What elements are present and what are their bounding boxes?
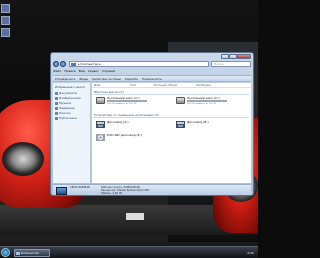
back-button[interactable] [53,61,59,67]
dvd-drive-icon [96,134,105,141]
details-pane: CRAZY-KOMP-PK Рабочая группа: WORKGROUP … [53,184,251,195]
drive-label: Дисковод (A:) [107,120,129,124]
drive-b[interactable]: Дисковод (B:) [176,120,240,132]
folder-icon [55,92,58,95]
favorites-title: Избранные ссылки [55,85,85,89]
start-button[interactable] [1,248,10,257]
taskbar-item-computer[interactable]: Компьютер [14,249,50,257]
minimize-button[interactable] [221,54,229,59]
taskbar-item-label: Компьютер [21,251,39,255]
clock[interactable]: 2:45 [228,249,256,257]
file-list: Имя Тип Полный объем Свободно Жесткие ди… [92,83,251,183]
drive-usage-bar [187,100,227,102]
drive-a[interactable]: Дисковод (A:) [96,120,160,132]
memory-label: Память: 2,00 ГБ [101,192,122,195]
hard-disk-icon [96,97,105,104]
address-field[interactable]: ▸ Компьютер ▸ [69,61,209,67]
computer-icon [71,63,76,66]
drive-label: DVD-RW дисковод (E:) [107,133,142,137]
explorer-window: ▸ Компьютер ▸ Поиск Файл Правка Вид Серв… [50,52,254,196]
folder-icon [55,97,58,100]
folder-icon [55,107,58,110]
uninstall-button[interactable]: Удалить [125,76,138,82]
computer-icon [16,252,20,255]
column-header: Имя Тип Полный объем Свободно [92,83,251,88]
drive-e[interactable]: DVD-RW дисковод (E:) [96,133,160,145]
column-name[interactable]: Имя [94,83,100,88]
nav-item-public[interactable]: Публичные [53,116,90,121]
wallpaper-license-plate [126,213,144,220]
menu-bar: Файл Правка Вид Сервис Справка [53,69,251,74]
computer-name: CRAZY-KOMP-PK [70,186,91,189]
floppy-drive-icon [96,121,105,128]
column-total-size[interactable]: Полный объем [154,83,177,88]
desktop-icon-documents[interactable] [1,16,10,25]
group-divider [94,117,249,118]
menu-tools[interactable]: Сервис [88,69,99,74]
close-button[interactable] [237,54,251,59]
wallpaper-car-headlight [2,142,44,176]
system-properties-button[interactable]: Свойства системы [92,76,121,82]
computer-icon [56,187,67,195]
command-bar: Упорядочить Виды Свойства системы Удалит… [53,75,251,82]
address-bar-row: ▸ Компьютер ▸ Поиск [53,61,251,68]
views-button[interactable]: Виды [79,76,87,82]
column-type[interactable]: Тип [130,83,136,88]
group-divider [94,94,249,95]
menu-help[interactable]: Справка [102,69,115,74]
maximize-button[interactable] [229,54,237,59]
drive-usage-bar [107,100,147,102]
folder-icon [55,112,58,115]
map-drive-button[interactable]: Подключить [142,76,162,82]
menu-edit[interactable]: Правка [64,69,75,74]
taskbar: Компьютер 2:45 [0,246,258,258]
menu-view[interactable]: Вид [79,69,85,74]
desktop-icon-computer[interactable] [1,4,10,13]
drive-d[interactable]: Локальный диск (D:) 33,3 ГБ свободно из … [176,96,240,108]
floppy-drive-icon [176,121,185,128]
navigation-pane: Избранные ссылки Документы Изображения М… [53,83,91,183]
drive-label: Дисковод (B:) [187,120,209,124]
drive-c[interactable]: Локальный диск (C:) 24,9 ГБ свободно из … [96,96,160,108]
address-text: ▸ Компьютер ▸ [78,62,101,66]
folder-icon [55,117,58,120]
title-bar[interactable] [51,53,253,60]
column-free-space[interactable]: Свободно [196,83,211,88]
hard-disk-icon [176,97,185,104]
folder-icon [55,102,58,105]
organize-button[interactable]: Упорядочить [55,76,75,82]
drive-free-space: 24,9 ГБ свободно из 39,0 ГБ [107,103,137,105]
desktop-icon-recycle-bin[interactable] [1,28,10,37]
drive-free-space: 33,3 ГБ свободно из 110 ГБ [187,103,216,105]
search-input[interactable]: Поиск [211,61,251,67]
forward-button[interactable] [60,61,66,67]
menu-file[interactable]: Файл [53,69,61,74]
